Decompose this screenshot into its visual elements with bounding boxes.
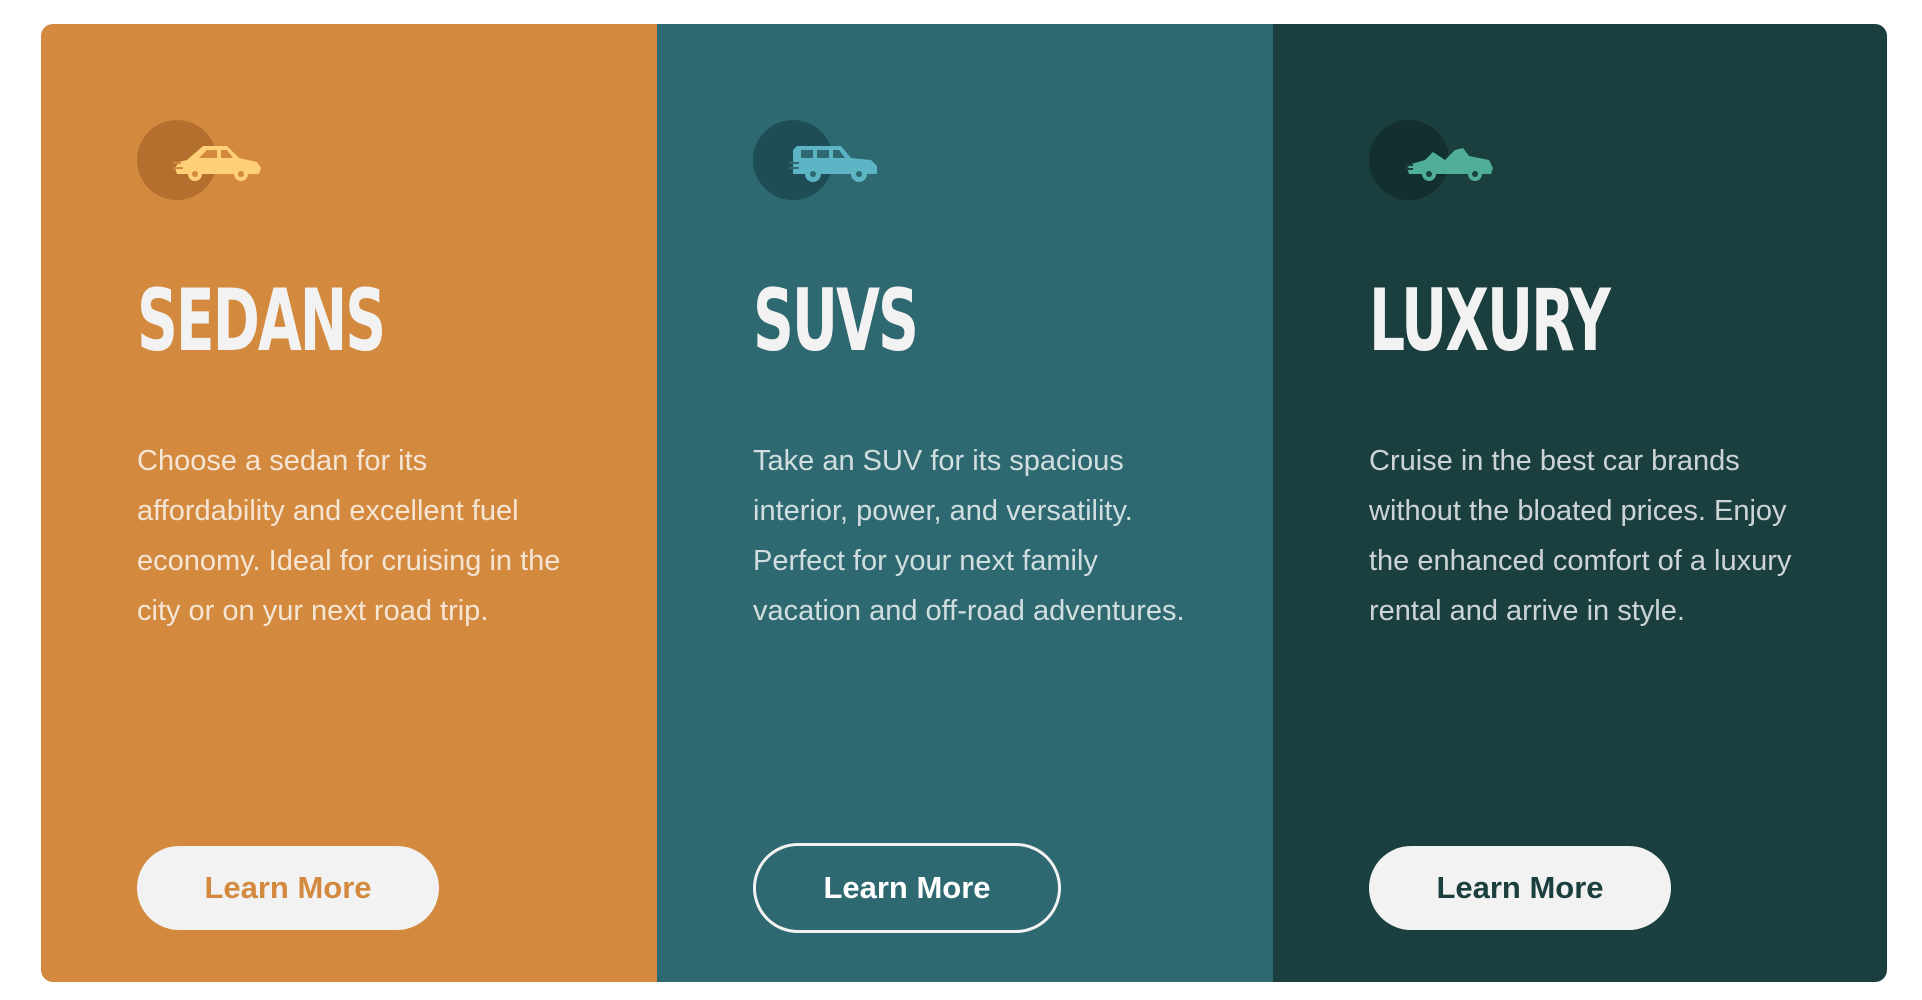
suv-icon: [789, 146, 877, 182]
suv-icon-badge: [753, 120, 883, 204]
card-luxury: LUXURY Cruise in the best car brands wit…: [1273, 24, 1887, 982]
card-sedans: SEDANS Choose a sedan for its affordabil…: [41, 24, 657, 982]
learn-more-button-sedans[interactable]: Learn More: [137, 846, 439, 930]
sedan-icon-badge: [137, 120, 267, 204]
card-title: LUXURY: [1369, 271, 1611, 371]
sedan-icon: [173, 146, 261, 181]
card-suvs: SUVS Take an SUV for its spacious interi…: [657, 24, 1273, 982]
card-description: Cruise in the best car brands without th…: [1369, 445, 1792, 627]
card-description: Take an SUV for its spacious interior, p…: [753, 445, 1185, 627]
convertible-icon-badge: [1369, 120, 1499, 204]
convertible-icon: [1405, 148, 1493, 181]
learn-more-button-suvs[interactable]: Learn More: [753, 843, 1061, 933]
card-description: Choose a sedan for its affordability and…: [137, 445, 561, 627]
car-category-cards: SEDANS Choose a sedan for its affordabil…: [41, 24, 1887, 982]
learn-more-button-luxury[interactable]: Learn More: [1369, 846, 1671, 930]
card-title: SEDANS: [137, 271, 386, 371]
card-title: SUVS: [753, 271, 919, 371]
